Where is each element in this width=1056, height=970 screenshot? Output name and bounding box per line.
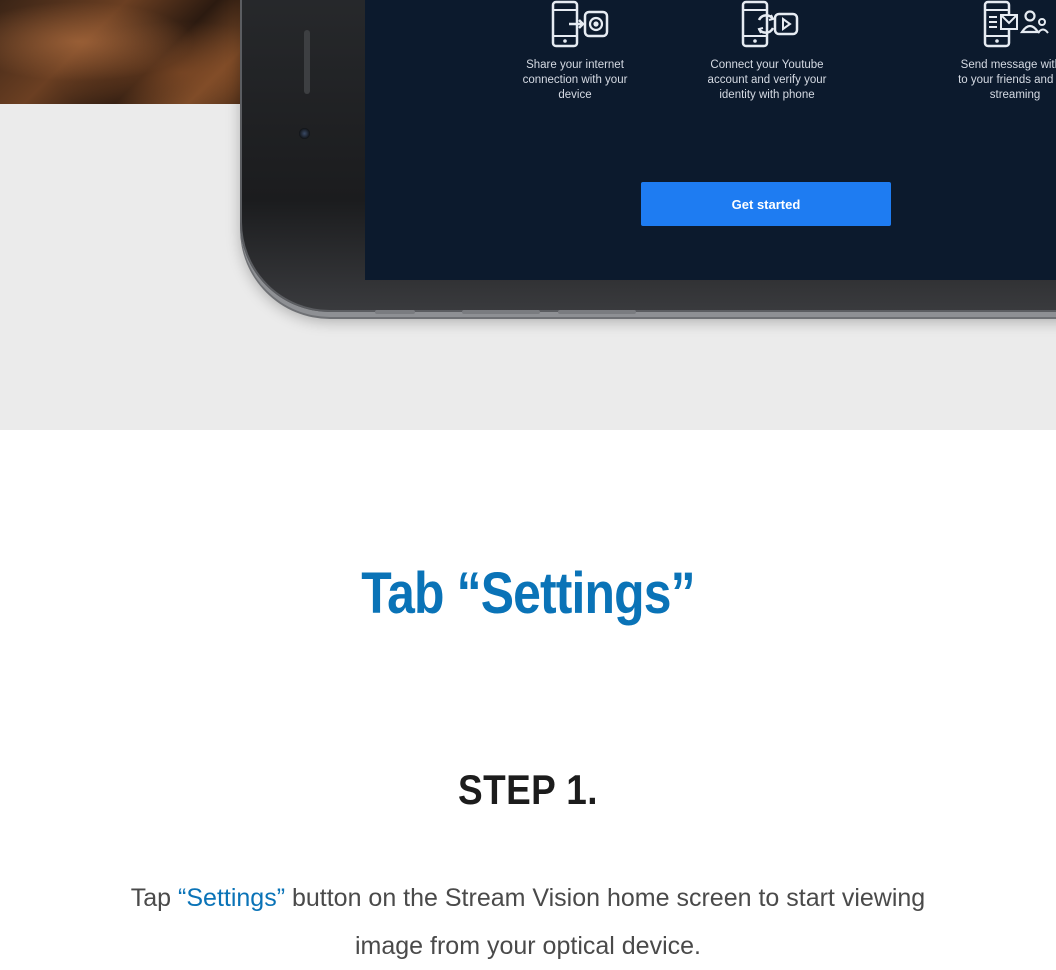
step-text-line: Send message with li <box>960 59 1056 71</box>
step-text-line: identity with phone <box>719 89 815 101</box>
phone-mockup: 1 Share your internet connection with yo… <box>240 0 1056 314</box>
phone-speaker <box>304 30 310 94</box>
onboarding-step-2: 2 Connect your Youtube account and verif… <box>657 0 877 103</box>
step-text-line: streaming <box>989 89 1041 101</box>
instruction-text: image from your optical device. <box>355 932 701 960</box>
get-started-button[interactable]: Get started <box>641 182 891 226</box>
step-description: Connect your Youtube account and verify … <box>657 58 877 103</box>
hero-section: 1 Share your internet connection with yo… <box>0 0 1056 430</box>
phone-message-users-icon <box>983 0 1049 48</box>
settings-link[interactable]: “Settings” <box>178 884 285 912</box>
step-heading: STEP 1. <box>457 766 599 813</box>
page-title: Tab “Settings” <box>361 561 695 626</box>
hero-photo <box>0 0 260 104</box>
phone-button <box>558 310 636 314</box>
step-description: Share your internet connection with your… <box>465 58 685 103</box>
step-description: Send message with li to your friends and… <box>905 58 1056 103</box>
onboarding-step-3: 3 Send message with <box>905 0 1056 103</box>
phone-screen: 1 Share your internet connection with yo… <box>365 0 1056 280</box>
instruction-text: button on the Stream Vision home screen … <box>285 884 926 912</box>
step-text-line: Connect your Youtube <box>710 59 824 71</box>
step-text-line: account and verify your <box>707 74 827 86</box>
instruction-text: Tap <box>130 884 179 912</box>
phone-button <box>462 310 540 314</box>
step-text-line: connection with your <box>522 74 628 86</box>
phone-button <box>375 310 415 314</box>
step-text-line: Share your internet <box>526 59 624 71</box>
phone-share-icon <box>551 0 609 48</box>
step-text-line: to your friends and enj <box>958 74 1056 86</box>
phone-sync-youtube-icon <box>741 0 799 48</box>
phone-camera <box>299 128 310 139</box>
onboarding-step-1: 1 Share your internet connection with yo… <box>465 0 685 103</box>
step-text-line: device <box>558 89 592 101</box>
step-instructions: Tap “Settings” button on the Stream Visi… <box>40 874 1016 970</box>
